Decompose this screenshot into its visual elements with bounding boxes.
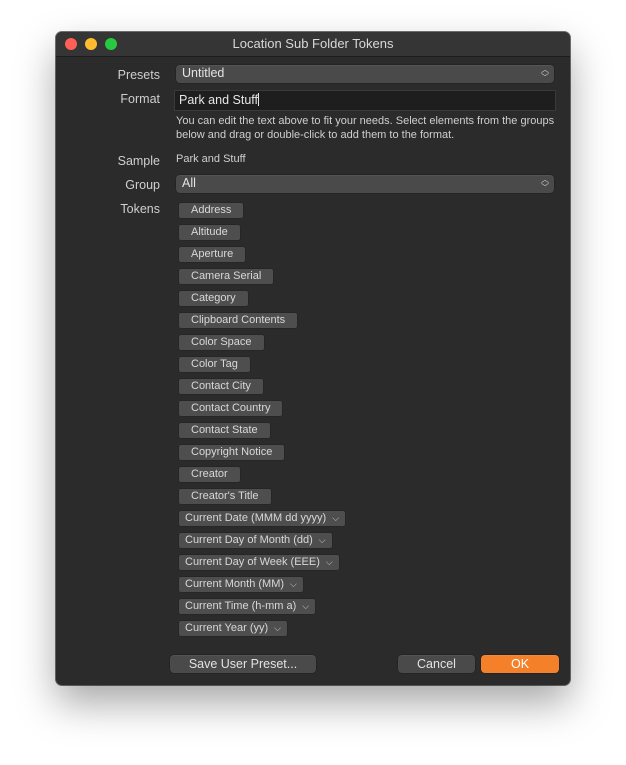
group-value: All (182, 176, 196, 190)
token-current-year[interactable]: Current Year (yy) ⌵ (179, 621, 287, 636)
text-caret (258, 93, 259, 106)
group-popup[interactable]: All ︿ ﹀ (176, 175, 554, 193)
token-label: Current Year (yy) (185, 622, 269, 634)
format-value: Park and Stuff (179, 93, 258, 107)
token-label: Current Day of Month (dd) (185, 534, 313, 546)
presets-value: Untitled (182, 66, 225, 80)
sample-value: Park and Stuff (176, 153, 246, 165)
chevron-down-icon[interactable]: ⌵ (326, 555, 333, 570)
token-clipboard-contents[interactable]: Clipboard Contents (179, 313, 298, 328)
group-label: Group (125, 178, 160, 192)
token-aperture[interactable]: Aperture (179, 247, 246, 262)
chevron-down-icon[interactable]: ⌵ (302, 599, 309, 614)
token-current-date[interactable]: Current Date (MMM dd yyyy) ⌵ (179, 511, 346, 526)
token-current-month[interactable]: Current Month (MM) ⌵ (179, 577, 303, 592)
title-bar: Location Sub Folder Tokens (56, 32, 570, 57)
token-label: Current Time (h-mm a) (185, 600, 297, 612)
chevron-down-icon[interactable]: ⌵ (332, 511, 339, 526)
format-field[interactable]: Park and Stuff (174, 90, 556, 111)
token-color-tag[interactable]: Color Tag (179, 357, 250, 372)
tokens-label: Tokens (120, 202, 160, 216)
token-altitude[interactable]: Altitude (179, 225, 240, 240)
token-copyright-notice[interactable]: Copyright Notice (179, 445, 285, 460)
token-color-space[interactable]: Color Space (179, 335, 264, 350)
token-creators-title[interactable]: Creator's Title (179, 489, 271, 504)
token-creator[interactable]: Creator (179, 467, 240, 482)
save-user-preset-button[interactable]: Save User Preset... (170, 655, 316, 673)
format-label: Format (120, 92, 160, 106)
updown-chevron-icon: ︿ ﹀ (541, 65, 549, 82)
format-help-text: You can edit the text above to fit your … (176, 115, 555, 141)
token-contact-city[interactable]: Contact City (179, 379, 263, 394)
token-current-time[interactable]: Current Time (h-mm a) ⌵ (179, 599, 316, 614)
cancel-button[interactable]: Cancel (398, 655, 475, 673)
token-current-day-of-week[interactable]: Current Day of Week (EEE) ⌵ (179, 555, 339, 570)
sample-label: Sample (117, 154, 160, 168)
token-contact-state[interactable]: Contact State (179, 423, 270, 438)
token-current-day-of-month[interactable]: Current Day of Month (dd) ⌵ (179, 533, 332, 548)
presets-label: Presets (117, 68, 160, 82)
updown-chevron-icon: ︿ ﹀ (541, 175, 549, 192)
token-label: Current Date (MMM dd yyyy) (185, 512, 327, 524)
token-label: Current Month (MM) (185, 578, 285, 590)
chevron-down-icon[interactable]: ⌵ (319, 533, 326, 548)
token-contact-country[interactable]: Contact Country (179, 401, 283, 416)
chevron-down-icon[interactable]: ⌵ (274, 621, 281, 636)
token-address[interactable]: Address (179, 203, 244, 218)
window-title: Location Sub Folder Tokens (232, 36, 394, 51)
token-label: Current Day of Week (EEE) (185, 556, 320, 568)
token-camera-serial[interactable]: Camera Serial (179, 269, 274, 284)
chevron-down-icon[interactable]: ⌵ (290, 577, 297, 592)
location-sub-folder-tokens-dialog: Location Sub Folder Tokens Presets Untit… (56, 32, 570, 685)
ok-button[interactable]: OK (481, 655, 559, 673)
presets-popup[interactable]: Untitled ︿ ﹀ (176, 65, 554, 83)
token-category[interactable]: Category (179, 291, 248, 306)
